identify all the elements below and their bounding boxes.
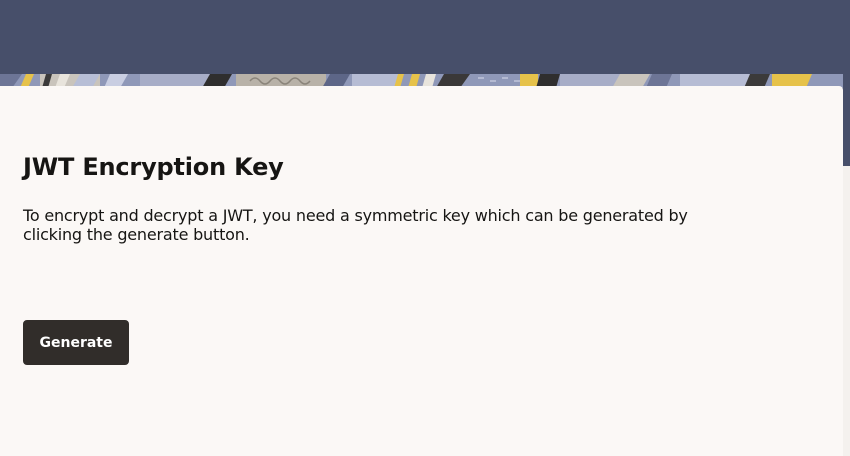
right-edge-strip [843, 74, 850, 166]
page-description: To encrypt and decrypt a JWT, you need a… [23, 206, 688, 244]
top-header-bar [0, 0, 850, 74]
right-edge-strip-lower [843, 166, 850, 456]
page-title: JWT Encryption Key [23, 153, 284, 181]
content-panel: JWT Encryption Key To encrypt and decryp… [0, 86, 843, 456]
generate-button[interactable]: Generate [23, 320, 129, 365]
